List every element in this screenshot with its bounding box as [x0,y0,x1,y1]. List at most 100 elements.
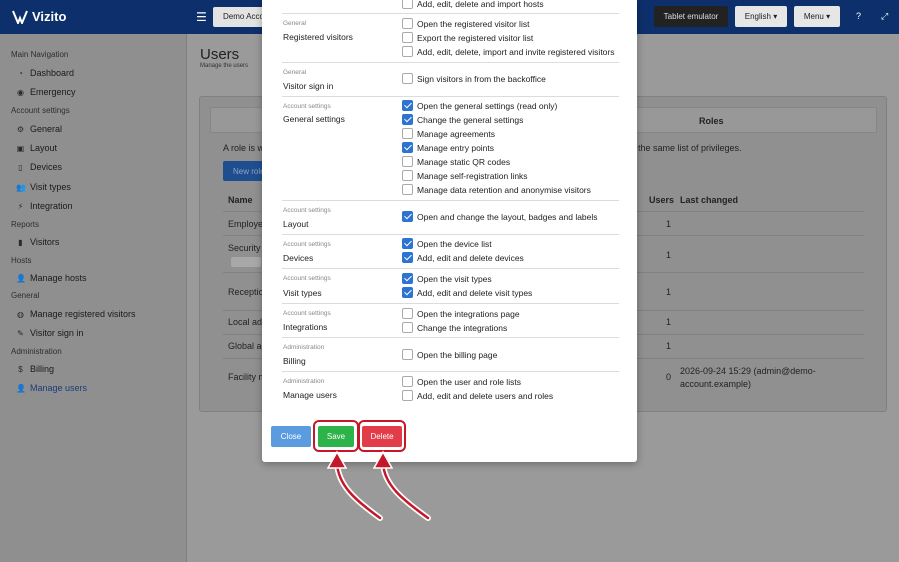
permission-checkbox[interactable]: Manage static QR codes [402,156,510,167]
checkbox[interactable] [402,170,413,181]
tablet-emulator-button[interactable]: Tablet emulator [654,6,728,27]
permission-checkbox[interactable]: Open and change the layout, badges and l… [402,211,598,222]
table-row-name[interactable]: Facility m [228,372,266,382]
language-label: English [744,12,771,21]
checkbox[interactable] [402,252,413,263]
sidebar-item-manage-hosts[interactable]: 👤 Manage hosts [16,273,87,283]
checkbox[interactable] [402,142,413,153]
sidebar-item-manage-registered-visitors[interactable]: ◍ Manage registered visitors [16,309,136,319]
caret-down-icon: ▾ [826,12,831,21]
permission-checkbox[interactable]: Change the integrations [402,322,507,333]
permission-checkbox[interactable]: Change the general settings [402,114,523,125]
table-row-users: 1 [666,317,672,327]
checkbox[interactable] [402,46,413,57]
permission-checkbox[interactable]: Add, edit, delete, import and invite reg… [402,46,615,57]
checkbox[interactable] [402,32,413,43]
group-title-devices: Devices [283,253,314,263]
sidebar-section-title: Main Navigation [11,50,69,59]
sidebar-section-title: Hosts [11,256,32,265]
group-category: General [283,69,307,76]
permission-label: Manage agreements [417,128,495,139]
permission-label: Add, edit and delete users and roles [417,390,554,401]
group-title-visitor-sign-in: Visitor sign in [283,81,334,91]
new-role-button[interactable]: New role [223,161,263,181]
user-circle-icon: ◍ [17,309,24,319]
checkbox[interactable] [402,18,413,29]
close-button[interactable]: Close [271,426,311,447]
checkbox[interactable] [402,128,413,139]
permission-checkbox[interactable]: Export the registered visitor list [402,32,533,43]
sidebar-item-label: Visitors [30,237,60,247]
permission-checkbox[interactable]: Open the billing page [402,349,497,360]
permission-checkbox[interactable]: Open the general settings (read only) [402,100,557,111]
menu-dropdown[interactable]: Menu ▾ [794,6,840,27]
group-category: Account settings [283,310,331,317]
sidebar-item-visit-types[interactable]: 👥 Visit types [16,182,71,192]
column-header-users: Users [649,195,675,205]
brand[interactable]: Vizito [12,9,66,24]
table-row-name[interactable]: Global ad [228,341,267,351]
group-title-visit-types: Visit types [283,288,322,298]
column-header-last-changed: Last changed [680,195,739,205]
permission-checkbox[interactable]: Manage self-registration links [402,170,528,181]
sidebar-item-dashboard[interactable]: ◔ Dashboard [16,68,74,78]
tenant-button[interactable]: Demo Account [213,7,265,27]
table-row-name[interactable]: Employe [228,219,263,229]
sidebar-item-label: Billing [30,364,55,374]
checkbox[interactable] [402,322,413,333]
permission-label: Change the general settings [417,114,524,125]
sidebar-item-manage-users[interactable]: 👤 Manage users [16,383,87,393]
help-icon[interactable]: ? [856,11,861,21]
language-dropdown[interactable]: English ▾ [735,6,787,27]
hamburger-menu-icon[interactable]: ☰ [196,10,207,24]
group-category: Account settings [283,275,331,282]
permission-checkbox[interactable]: Add, edit and delete devices [402,252,524,263]
permission-checkbox[interactable]: Open the integrations page [402,308,520,319]
checkbox[interactable] [402,211,413,222]
checkbox[interactable] [402,156,413,167]
sidebar-item-visitors[interactable]: ▮ Visitors [16,237,59,247]
save-button[interactable]: Save [318,426,354,447]
sidebar-item-emergency[interactable]: ◉ Emergency [16,87,76,97]
sidebar-item-visitor-sign-in[interactable]: ✎ Visitor sign in [16,328,83,338]
permission-checkbox[interactable]: Manage agreements [402,128,495,139]
checkbox[interactable] [402,376,413,387]
permission-checkbox[interactable]: Manage entry points [402,142,494,153]
permission-checkbox[interactable]: Open the registered visitor list [402,18,529,29]
sidebar-item-devices[interactable]: ▯ Devices [16,162,62,172]
delete-button[interactable]: Delete [362,426,402,447]
permission-checkbox[interactable]: Open the user and role lists [402,376,521,387]
checkbox[interactable] [402,287,413,298]
checkbox[interactable] [402,238,413,249]
checkbox[interactable] [402,114,413,125]
checkbox[interactable] [402,390,413,401]
permission-checkbox[interactable]: Manage data retention and anonymise visi… [402,184,591,195]
group-divider [282,62,619,63]
permission-checkbox[interactable]: Add, edit and delete visit types [402,287,532,298]
checkbox[interactable] [402,184,413,195]
sidebar-item-integration[interactable]: ⚡ Integration [16,201,73,211]
checkbox[interactable] [402,100,413,111]
permission-checkbox[interactable]: Sign visitors in from the backoffice [402,73,546,84]
checkbox[interactable] [402,308,413,319]
sidebar-item-general[interactable]: ⚙ General [16,124,62,134]
permission-checkbox[interactable]: Open the visit types [402,273,492,284]
sidebar-item-billing[interactable]: $ Billing [16,364,54,374]
permission-checkbox[interactable]: Add, edit and delete users and roles [402,390,553,401]
checkbox[interactable] [402,273,413,284]
expand-icon[interactable]: ⤢ [881,11,888,22]
checkbox[interactable] [402,349,413,360]
permission-label: Open the user and role lists [417,376,521,387]
sidebar-item-layout[interactable]: ▣ Layout [16,143,57,153]
checkbox[interactable] [402,0,413,9]
sidebar-item-label: Layout [30,143,58,153]
permission-label: Open the visit types [417,273,492,284]
permission-label: Open the general settings (read only) [417,100,558,111]
checkbox[interactable] [402,73,413,84]
permission-checkbox[interactable]: Add, edit, delete and import hosts [402,0,544,9]
sidebar-item-label: General [30,124,63,134]
group-category: Account settings [283,103,331,110]
sidebar-item-label: Visit types [30,182,71,192]
sidebar-item-label: Dashboard [30,68,75,78]
permission-checkbox[interactable]: Open the device list [402,238,492,249]
